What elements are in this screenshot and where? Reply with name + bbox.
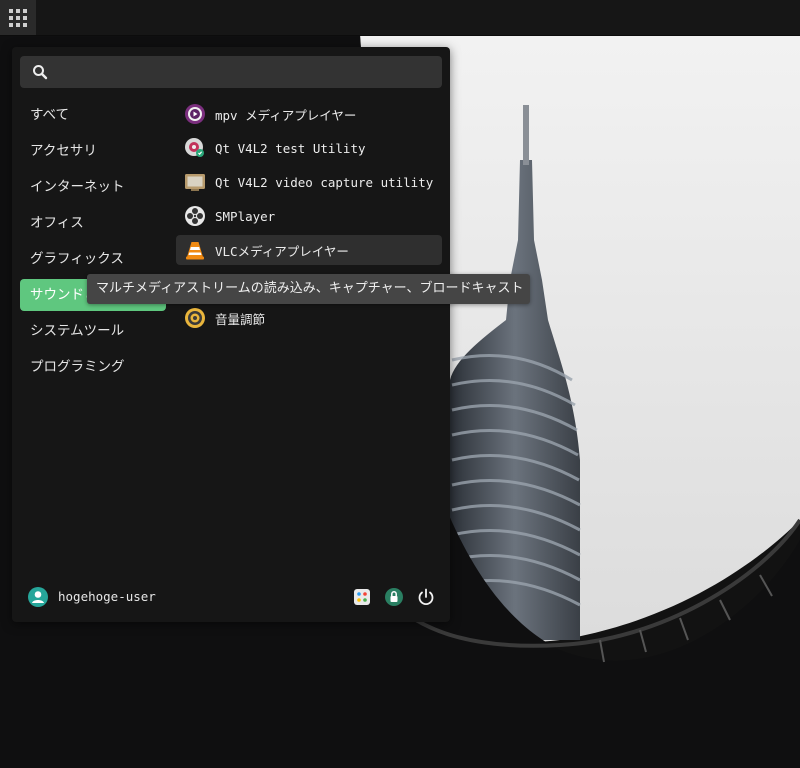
apps-menu-button[interactable]	[0, 0, 36, 35]
app-label: VLCメディアプレイヤー	[215, 243, 349, 259]
app-qv4l2-capture[interactable]: Qt V4L2 video capture utility	[176, 167, 442, 197]
application-menu: すべて アクセサリ インターネット オフィス グラフィックス サウンドとビデオ …	[12, 47, 450, 622]
category-accessories[interactable]: アクセサリ	[20, 135, 166, 167]
username[interactable]: hogehoge-user	[58, 589, 156, 604]
mpv-icon	[185, 104, 205, 124]
settings-icon[interactable]	[352, 587, 372, 607]
lock-screen-icon[interactable]	[384, 587, 404, 607]
app-volume-control[interactable]: 音量調節	[176, 303, 442, 333]
category-list: すべて アクセサリ インターネット オフィス グラフィックス サウンドとビデオ …	[20, 99, 166, 387]
app-qv4l2-test[interactable]: Qt V4L2 test Utility	[176, 133, 442, 163]
category-programming[interactable]: プログラミング	[20, 351, 166, 383]
power-icon[interactable]	[416, 587, 436, 607]
category-internet[interactable]: インターネット	[20, 171, 166, 203]
search-input[interactable]	[56, 63, 442, 81]
app-label: Qt V4L2 test Utility	[215, 140, 366, 156]
category-office[interactable]: オフィス	[20, 207, 166, 239]
vlc-icon	[186, 242, 204, 260]
category-graphics[interactable]: グラフィックス	[20, 243, 166, 275]
app-description-tooltip: マルチメディアストリームの読み込み、キャプチャー、ブロードキャスト	[87, 274, 530, 304]
volume-icon	[185, 308, 205, 328]
qv4l2-icon	[185, 138, 204, 157]
app-smplayer[interactable]: SMPlayer	[176, 201, 442, 231]
user-avatar-icon[interactable]	[28, 587, 48, 607]
menu-footer: hogehoge-user	[12, 583, 450, 613]
app-label: SMPlayer	[215, 208, 276, 224]
app-mpv[interactable]: mpv メディアプレイヤー	[176, 99, 442, 129]
app-label: 音量調節	[215, 311, 266, 327]
app-label: mpv メディアプレイヤー	[215, 107, 357, 123]
search-icon	[33, 65, 48, 80]
top-panel	[0, 0, 800, 36]
smplayer-icon	[185, 206, 205, 226]
tv-icon	[185, 174, 205, 191]
app-label: Qt V4L2 video capture utility	[215, 174, 434, 190]
app-vlc[interactable]: VLCメディアプレイヤー	[176, 235, 442, 265]
category-all[interactable]: すべて	[20, 99, 166, 131]
category-system-tools[interactable]: システムツール	[20, 315, 166, 347]
apps-grid-icon	[9, 8, 27, 27]
search-box[interactable]	[20, 56, 442, 88]
